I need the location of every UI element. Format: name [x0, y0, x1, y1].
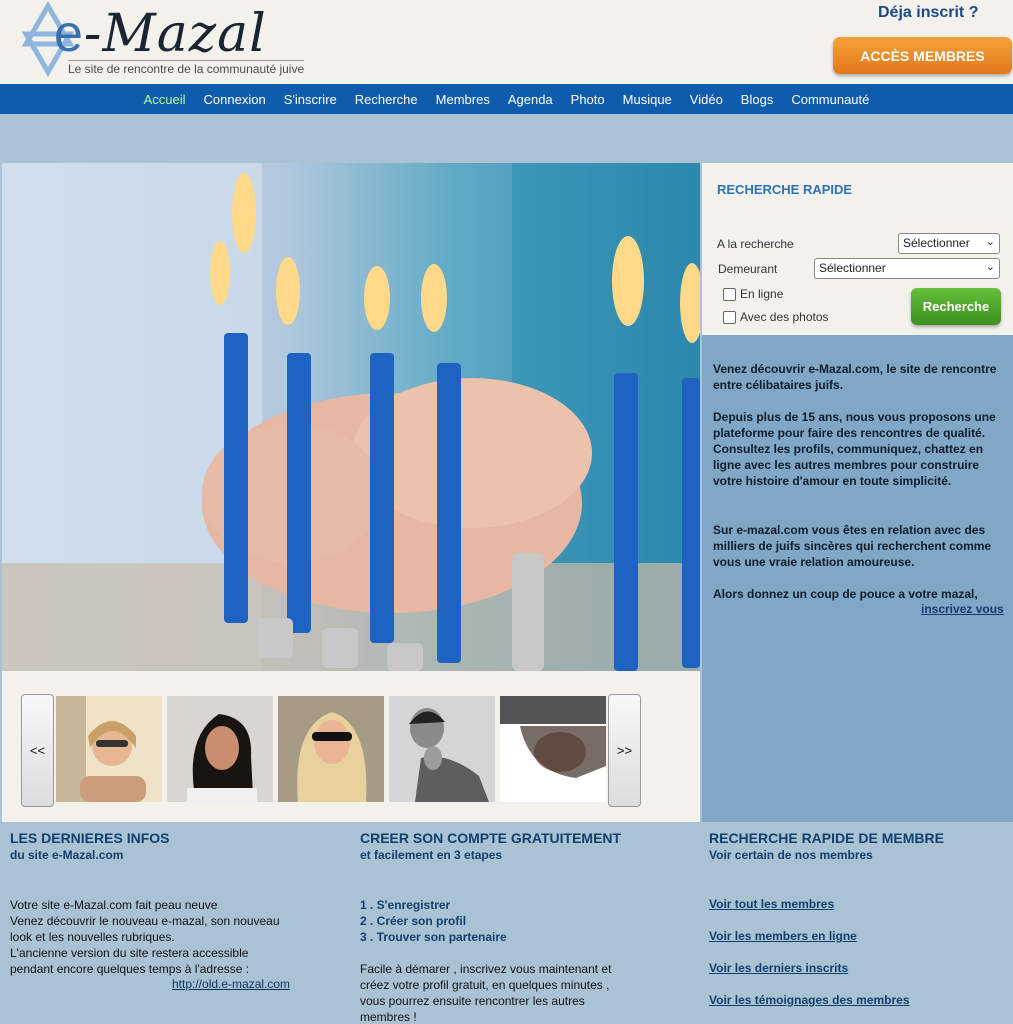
nav-blogs[interactable]: Blogs: [741, 92, 774, 107]
recherche-membre-title: RECHERCHE RAPIDE DE MEMBRE: [709, 830, 944, 846]
step-2: 2 . Créer son profil: [360, 914, 467, 928]
header: e-Mazal Le site de rencontre de la commu…: [0, 0, 1013, 84]
logo-text: e-Mazal: [54, 4, 267, 64]
creer-compte-subtitle: et facilement en 3 etapes: [360, 848, 503, 862]
nav-sinscrire[interactable]: S'inscrire: [284, 92, 337, 107]
member-photo[interactable]: [389, 696, 495, 802]
member-photo[interactable]: [278, 696, 384, 802]
intro-paragraph-2: Depuis plus de 15 ans, nous vous proposo…: [713, 410, 996, 488]
creer-compte-text: Facile à démarer , inscrivez vous mainte…: [360, 962, 612, 1024]
voir-tout-membres-link[interactable]: Voir tout les membres: [709, 897, 834, 911]
nav-membres[interactable]: Membres: [436, 92, 490, 107]
deja-inscrit-label: Déja inscrit ?: [878, 4, 979, 21]
recherche-rapide-title: RECHERCHE RAPIDE: [717, 182, 853, 197]
nav-agenda[interactable]: Agenda: [508, 92, 553, 107]
nav-recherche[interactable]: Recherche: [355, 92, 418, 107]
demeurant-label: Demeurant: [718, 262, 778, 276]
members-carousel: << >>: [2, 671, 700, 822]
intro-panel: Venez découvrir e-Mazal.com, le site de …: [702, 335, 1013, 822]
avec-photos-label: Avec des photos: [740, 310, 829, 324]
chevron-down-icon: ⌄: [985, 261, 995, 273]
demeurant-value: Sélectionner: [819, 261, 886, 275]
carousel-prev-button[interactable]: <<: [21, 694, 54, 807]
carousel-next-button[interactable]: >>: [608, 694, 641, 807]
logo-tagline: Le site de rencontre de la communauté ju…: [68, 60, 305, 76]
nav-accueil[interactable]: Accueil: [144, 92, 186, 107]
recherche-membre-section: RECHERCHE RAPIDE DE MEMBRE Voir certain …: [709, 830, 1013, 862]
avec-photos-checkbox[interactable]: [723, 311, 736, 324]
creer-compte-section: CREER SON COMPTE GRATUITEMENT et facilem…: [360, 830, 690, 862]
step-3: 3 . Trouver son partenaire: [360, 930, 507, 944]
a-la-recherche-value: Sélectionner: [903, 236, 970, 250]
inscrivez-vous-link[interactable]: inscrivez vous: [921, 602, 1004, 616]
creer-compte-title: CREER SON COMPTE GRATUITEMENT: [360, 830, 622, 846]
member-photo[interactable]: [500, 696, 606, 802]
member-photo[interactable]: [167, 696, 273, 802]
chevron-down-icon: ⌄: [985, 236, 995, 248]
nav-photo[interactable]: Photo: [571, 92, 605, 107]
a-la-recherche-select[interactable]: Sélectionner ⌄: [898, 233, 1000, 254]
dernieres-infos-subtitle: du site e-Mazal.com: [10, 848, 124, 862]
recherche-button[interactable]: Recherche: [911, 288, 1001, 325]
voir-temoignages-link[interactable]: Voir les témoignages des membres: [709, 993, 910, 1007]
recherche-membre-subtitle: Voir certain de nos membres: [709, 848, 873, 862]
acces-membres-button[interactable]: ACCÈS MEMBRES: [833, 37, 1012, 74]
intro-paragraph-1: Venez découvrir e-Mazal.com, le site de …: [713, 362, 997, 392]
member-photo[interactable]: [56, 696, 162, 802]
nav-communaute[interactable]: Communauté: [791, 92, 869, 107]
dernieres-infos-section: LES DERNIERES INFOS du site e-Mazal.com: [10, 830, 340, 862]
intro-paragraph-4: Alors donnez un coup de pouce a votre ma…: [713, 587, 978, 601]
intro-paragraph-3: Sur e-mazal.com vous êtes en relation av…: [713, 523, 992, 569]
voir-membres-en-ligne-link[interactable]: Voir les members en ligne: [709, 929, 857, 943]
nav-connexion[interactable]: Connexion: [204, 92, 266, 107]
en-ligne-checkbox[interactable]: [723, 288, 736, 301]
old-site-link[interactable]: http://old.e-mazal.com: [172, 977, 290, 991]
voir-derniers-inscrits-link[interactable]: Voir les derniers inscrits: [709, 961, 848, 975]
nav-musique[interactable]: Musique: [623, 92, 672, 107]
en-ligne-label: En ligne: [740, 287, 784, 301]
site-logo[interactable]: e-Mazal Le site de rencontre de la commu…: [18, 2, 308, 78]
dernieres-infos-text: Votre site e-Mazal.com fait peau neuve V…: [10, 898, 280, 976]
main-nav: Accueil Connexion S'inscrire Recherche M…: [0, 84, 1013, 114]
a-la-recherche-label: A la recherche: [717, 237, 794, 251]
nav-video[interactable]: Vidéo: [690, 92, 723, 107]
demeurant-select[interactable]: Sélectionner ⌄: [814, 258, 1000, 279]
hero-menorah-image: [2, 163, 700, 671]
dernieres-infos-title: LES DERNIERES INFOS: [10, 830, 170, 846]
step-1: 1 . S'enregistrer: [360, 898, 451, 912]
